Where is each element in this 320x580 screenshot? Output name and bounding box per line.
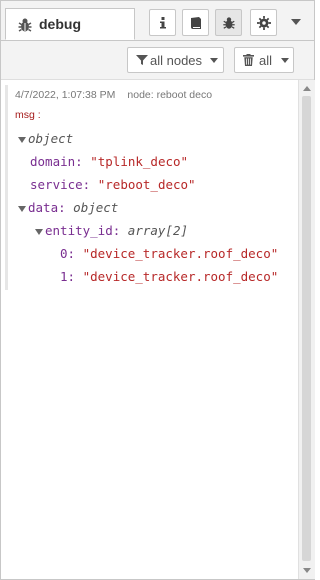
scroll-down-icon[interactable] bbox=[303, 568, 311, 573]
trash-icon bbox=[243, 54, 254, 66]
item-1-index: 1: bbox=[60, 269, 76, 284]
service-value: "reboot_deco" bbox=[97, 177, 196, 192]
message-topic: msg : bbox=[15, 109, 41, 121]
debug-sidebar: debug all nodes all 4/7/2022, 1:07:38 PM… bbox=[0, 0, 315, 580]
message-node[interactable]: node: reboot deco bbox=[127, 89, 212, 101]
message-meta: 4/7/2022, 1:07:38 PM node: reboot deco bbox=[15, 89, 212, 101]
item-0-value: "device_tracker.roof_deco" bbox=[82, 246, 279, 261]
bug-icon bbox=[223, 17, 235, 29]
entity-id-type: array[2] bbox=[127, 223, 189, 238]
item-1-value: "device_tracker.roof_deco" bbox=[82, 269, 279, 284]
filter-nodes-button[interactable]: all nodes bbox=[127, 47, 224, 73]
filter-nodes-label: all nodes bbox=[150, 53, 203, 68]
domain-value: "tplink_deco" bbox=[90, 154, 189, 169]
sidebar-header: debug bbox=[1, 1, 314, 41]
info-icon bbox=[160, 17, 166, 29]
service-key: service: bbox=[30, 177, 91, 192]
info-button[interactable] bbox=[149, 9, 176, 36]
data-key: data: bbox=[28, 200, 66, 215]
scrollbar-thumb[interactable] bbox=[302, 96, 311, 561]
help-button[interactable] bbox=[182, 9, 209, 36]
filter-icon bbox=[136, 55, 148, 65]
clear-messages-label: all bbox=[259, 53, 273, 68]
expand-icon[interactable] bbox=[18, 205, 26, 212]
item-0-index: 0: bbox=[60, 246, 76, 261]
bug-icon bbox=[17, 17, 33, 33]
root-type: object bbox=[28, 131, 74, 146]
expand-icon[interactable] bbox=[18, 136, 26, 143]
tree-row-item-1: 1: "device_tracker.roof_deco" bbox=[60, 269, 278, 285]
debug-message[interactable]: 4/7/2022, 1:07:38 PM node: reboot deco ms… bbox=[5, 85, 301, 290]
tree-row-domain: domain: "tplink_deco" bbox=[30, 154, 188, 170]
debug-toolbar: all nodes all bbox=[1, 41, 314, 80]
tree-row-service: service: "reboot_deco" bbox=[30, 177, 196, 193]
debug-button[interactable] bbox=[215, 9, 242, 36]
expand-icon[interactable] bbox=[35, 228, 43, 235]
message-timestamp: 4/7/2022, 1:07:38 PM bbox=[15, 89, 116, 101]
tree-row-item-0: 0: "device_tracker.roof_deco" bbox=[60, 246, 278, 262]
chevron-down-icon bbox=[281, 58, 289, 63]
entity-id-key: entity_id: bbox=[45, 223, 121, 238]
book-icon bbox=[191, 17, 201, 29]
tree-row-data[interactable]: data: object bbox=[18, 200, 118, 216]
tree-row-entity-id[interactable]: entity_id: array[2] bbox=[35, 223, 188, 239]
gear-icon bbox=[257, 16, 271, 30]
config-button[interactable] bbox=[250, 9, 277, 36]
caret-down-icon[interactable] bbox=[291, 19, 301, 25]
clear-messages-button[interactable]: all bbox=[234, 47, 294, 73]
domain-key: domain: bbox=[30, 154, 83, 169]
tree-root[interactable]: object bbox=[18, 131, 73, 147]
data-type: object bbox=[73, 200, 119, 215]
scroll-up-icon[interactable] bbox=[303, 86, 311, 91]
tab-debug[interactable]: debug bbox=[5, 8, 135, 40]
scrollbar[interactable] bbox=[298, 80, 315, 579]
tab-debug-label: debug bbox=[39, 16, 81, 32]
chevron-down-icon bbox=[210, 58, 218, 63]
